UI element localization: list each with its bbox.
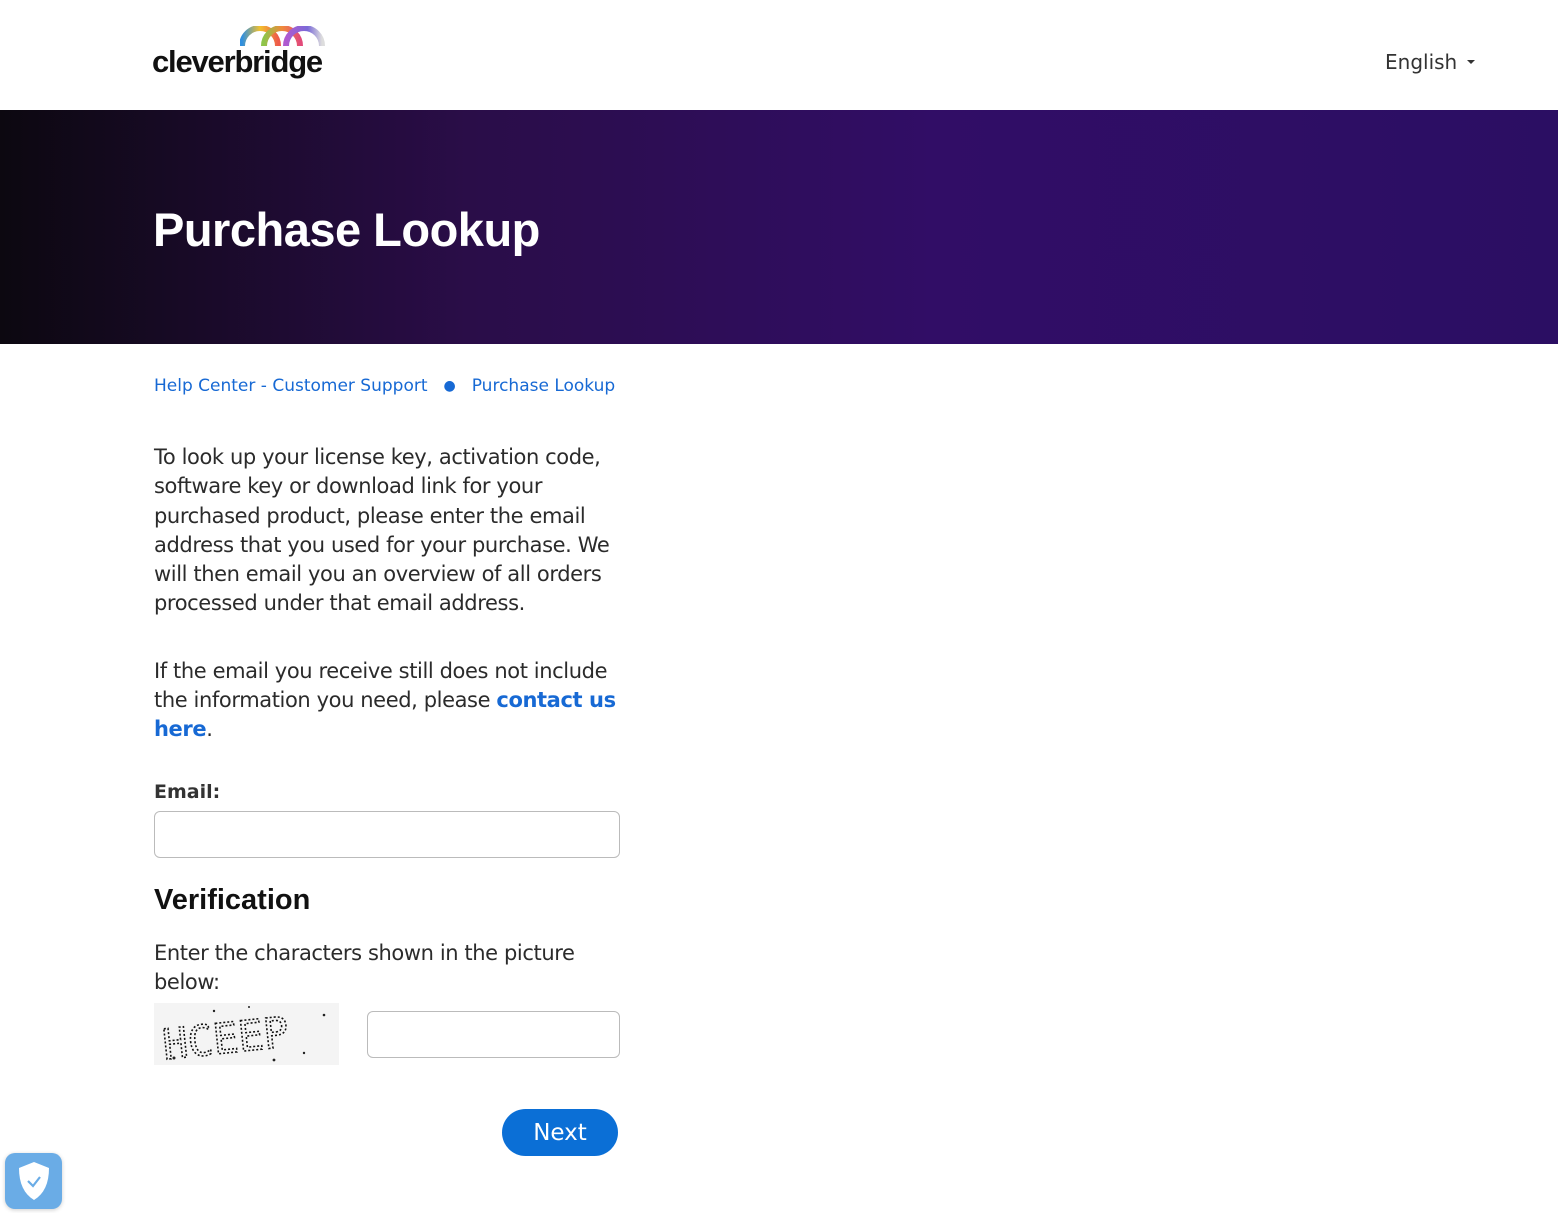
hero-banner: Purchase Lookup (0, 110, 1558, 344)
site-header: cleverbridge English (0, 0, 1558, 110)
main-content: Help Center - Customer Support ● Purchas… (154, 376, 620, 1156)
breadcrumb: Help Center - Customer Support ● Purchas… (154, 376, 620, 396)
contact-text: If the email you receive still does not … (154, 657, 620, 745)
breadcrumb-purchase-lookup[interactable]: Purchase Lookup (472, 376, 615, 396)
intro-text: To look up your license key, activation … (154, 445, 610, 616)
email-input[interactable] (154, 810, 620, 858)
language-label: English (1385, 50, 1458, 74)
captcha-row: HCEEP (154, 1003, 620, 1070)
email-label: Email: (154, 780, 221, 803)
captcha-image: HCEEP (154, 1003, 339, 1070)
shield-check-icon (18, 1162, 49, 1200)
language-selector[interactable]: English (1385, 50, 1476, 74)
contact-suffix: . (206, 717, 213, 742)
privacy-shield-button[interactable] (5, 1153, 62, 1209)
breadcrumb-help-center[interactable]: Help Center - Customer Support (154, 376, 428, 396)
breadcrumb-separator: ● (443, 378, 456, 394)
logo-text: cleverbridge (152, 44, 323, 79)
page-title: Purchase Lookup (153, 203, 540, 256)
captcha-input[interactable] (367, 1010, 620, 1058)
cleverbridge-logo[interactable]: cleverbridge (152, 26, 337, 86)
caret-down-icon (1467, 60, 1476, 64)
verification-title: Verification (154, 883, 311, 916)
verification-text: Enter the characters shown in the pictur… (154, 940, 575, 994)
captcha-text: HCEEP (160, 1008, 291, 1066)
next-button[interactable]: Next (502, 1109, 618, 1156)
